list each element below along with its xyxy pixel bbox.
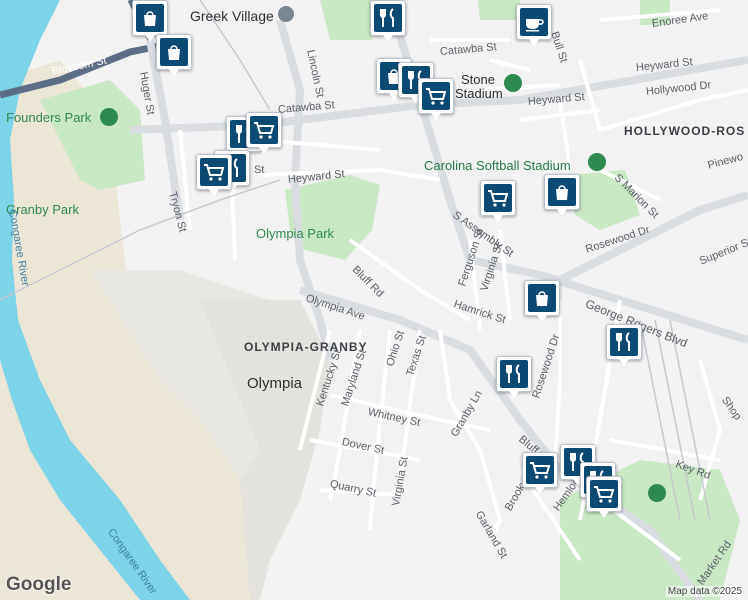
greek-village-poi-icon — [278, 6, 294, 22]
stadium-poi-icon — [504, 74, 522, 92]
marker-grocery-cart[interactable] — [418, 78, 454, 120]
grocery-cart-icon — [530, 462, 551, 479]
shopping-bag-icon — [144, 11, 156, 26]
coffee-icon — [526, 19, 544, 32]
marker-shopping-bag[interactable] — [544, 174, 580, 216]
marker-grocery-cart[interactable] — [480, 180, 516, 222]
grocery-cart-icon — [254, 122, 275, 139]
label-carolina-softball-stadium: Carolina Softball Stadium — [424, 158, 571, 173]
marker-grocery-cart[interactable] — [522, 452, 558, 494]
label-founders-park: Founders Park — [6, 110, 92, 125]
park-area-ne — [478, 0, 670, 25]
softball-poi-icon — [588, 153, 606, 171]
label-olympia-granby: OLYMPIA-GRANBY — [244, 340, 368, 354]
marker-restaurant[interactable] — [496, 356, 532, 398]
label-st: St — [254, 164, 265, 176]
grocery-cart-icon — [204, 164, 225, 181]
grocery-cart-icon — [426, 88, 447, 105]
restaurant-icon — [616, 332, 630, 351]
label-greek-village: Greek Village — [190, 8, 274, 24]
grocery-cart-icon — [594, 486, 615, 503]
map-canvas[interactable] — [0, 0, 748, 600]
marker-coffee[interactable] — [516, 4, 552, 46]
softball-park-area — [570, 170, 640, 230]
map-attribution[interactable]: Map data ©2025 — [665, 586, 744, 597]
label-stone-stadium-2: Stadium — [455, 86, 503, 101]
shopping-bag-icon — [536, 291, 548, 306]
marker-grocery-cart[interactable] — [586, 476, 622, 518]
marker-shopping-bag[interactable] — [132, 0, 168, 42]
shopping-bag-icon — [556, 185, 568, 200]
marker-restaurant[interactable] — [370, 0, 406, 42]
marker-shopping-bag[interactable] — [524, 280, 560, 322]
restaurant-icon — [380, 8, 394, 27]
park-poi-icon-2 — [648, 484, 666, 502]
marker-shopping-bag[interactable] — [156, 34, 192, 76]
park-area-north — [320, 0, 375, 40]
marker-grocery-cart[interactable] — [246, 112, 282, 154]
label-olympia: Olympia — [247, 375, 303, 392]
shopping-bag-icon — [168, 45, 180, 60]
restaurant-icon — [506, 364, 520, 383]
label-olympia-park: Olympia Park — [256, 226, 335, 241]
label-stone-stadium: Stone — [461, 72, 495, 87]
park-poi-icon — [100, 108, 118, 126]
marker-restaurant[interactable] — [606, 324, 642, 366]
grocery-cart-icon — [488, 190, 509, 207]
google-logo: Google — [6, 574, 72, 595]
marker-grocery-cart[interactable] — [196, 154, 232, 196]
label-hollywood-rose: HOLLYWOOD-ROS — [624, 124, 746, 138]
